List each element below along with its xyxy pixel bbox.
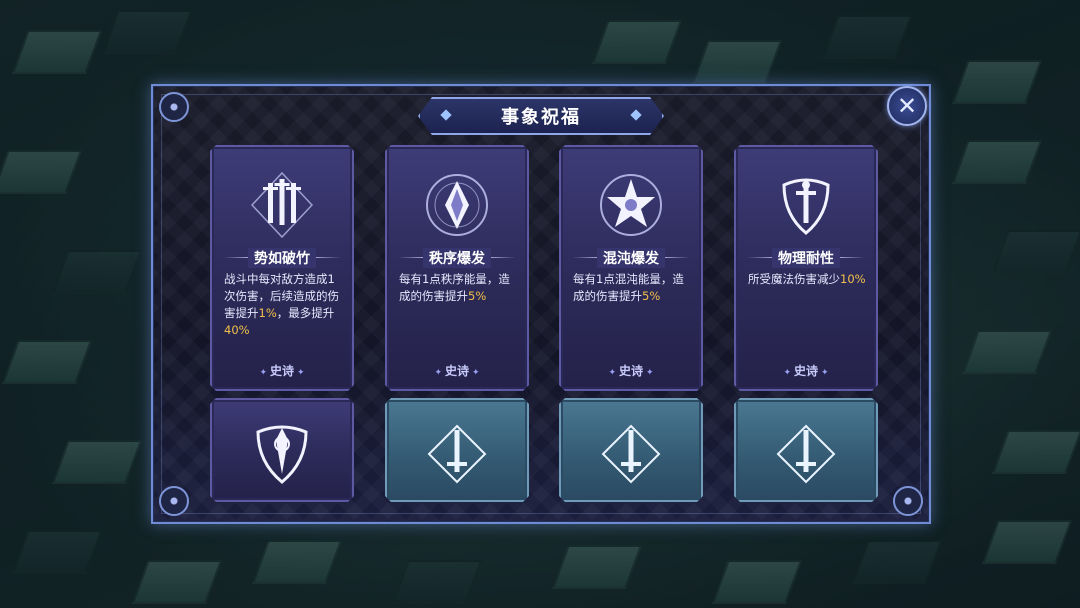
- sword-diamond-icon: [387, 414, 527, 494]
- corner-ornament-icon: [159, 92, 189, 122]
- order-crystal-icon: [387, 165, 527, 245]
- rarity-label: ✦ 史诗 ✦: [259, 364, 305, 378]
- sword-diamond-icon: [561, 414, 701, 494]
- blessing-card-1[interactable]: 势如破竹 战斗中每对敌方造成1次伤害，后续造成的伤害提升1%，最多提升40% ✦…: [210, 145, 354, 391]
- rarity-label: ✦ 史诗 ✦: [783, 364, 829, 378]
- diamond-icon: [630, 109, 641, 120]
- blessing-card-3[interactable]: 混沌爆发 每有1点混沌能量，造成的伤害提升5% ✦ 史诗 ✦: [559, 145, 703, 391]
- close-icon: ✕: [896, 92, 918, 120]
- swords-icon: [212, 165, 352, 245]
- card-title: 势如破竹: [248, 248, 316, 268]
- rarity-label: ✦ 史诗 ✦: [608, 364, 654, 378]
- dialog-title: 事象祝福: [501, 107, 581, 128]
- card-description: 战斗中每对敌方造成1次伤害，后续造成的伤害提升1%，最多提升40%: [224, 272, 339, 337]
- card-description: 每有1点混沌能量，造成的伤害提升5%: [573, 272, 684, 303]
- card-description: 所受魔法伤害减少10%: [748, 272, 866, 286]
- dialog-title-banner: 事象祝福: [418, 97, 664, 135]
- corner-ornament-icon: [893, 486, 923, 516]
- blessing-card-2[interactable]: 秩序爆发 每有1点秩序能量，造成的伤害提升5% ✦ 史诗 ✦: [385, 145, 529, 391]
- card-title: 混沌爆发: [597, 248, 665, 268]
- sword-shield-icon: [736, 165, 876, 245]
- sword-diamond-icon: [736, 414, 876, 494]
- card-title: 秩序爆发: [423, 248, 491, 268]
- chaos-star-icon: [561, 165, 701, 245]
- blessing-card-7[interactable]: [559, 398, 703, 502]
- blessing-card-8[interactable]: [734, 398, 878, 502]
- blessing-card-6[interactable]: [385, 398, 529, 502]
- ornate-shield-icon: [212, 414, 352, 494]
- rarity-label: ✦ 史诗 ✦: [434, 364, 480, 378]
- blessing-card-5[interactable]: [210, 398, 354, 502]
- corner-ornament-icon: [159, 486, 189, 516]
- card-title: 物理耐性: [772, 248, 840, 268]
- diamond-icon: [440, 109, 451, 120]
- blessing-card-4[interactable]: 物理耐性 所受魔法伤害减少10% ✦ 史诗 ✦: [734, 145, 878, 391]
- card-description: 每有1点秩序能量，造成的伤害提升5%: [399, 272, 510, 303]
- close-button[interactable]: ✕: [887, 86, 927, 126]
